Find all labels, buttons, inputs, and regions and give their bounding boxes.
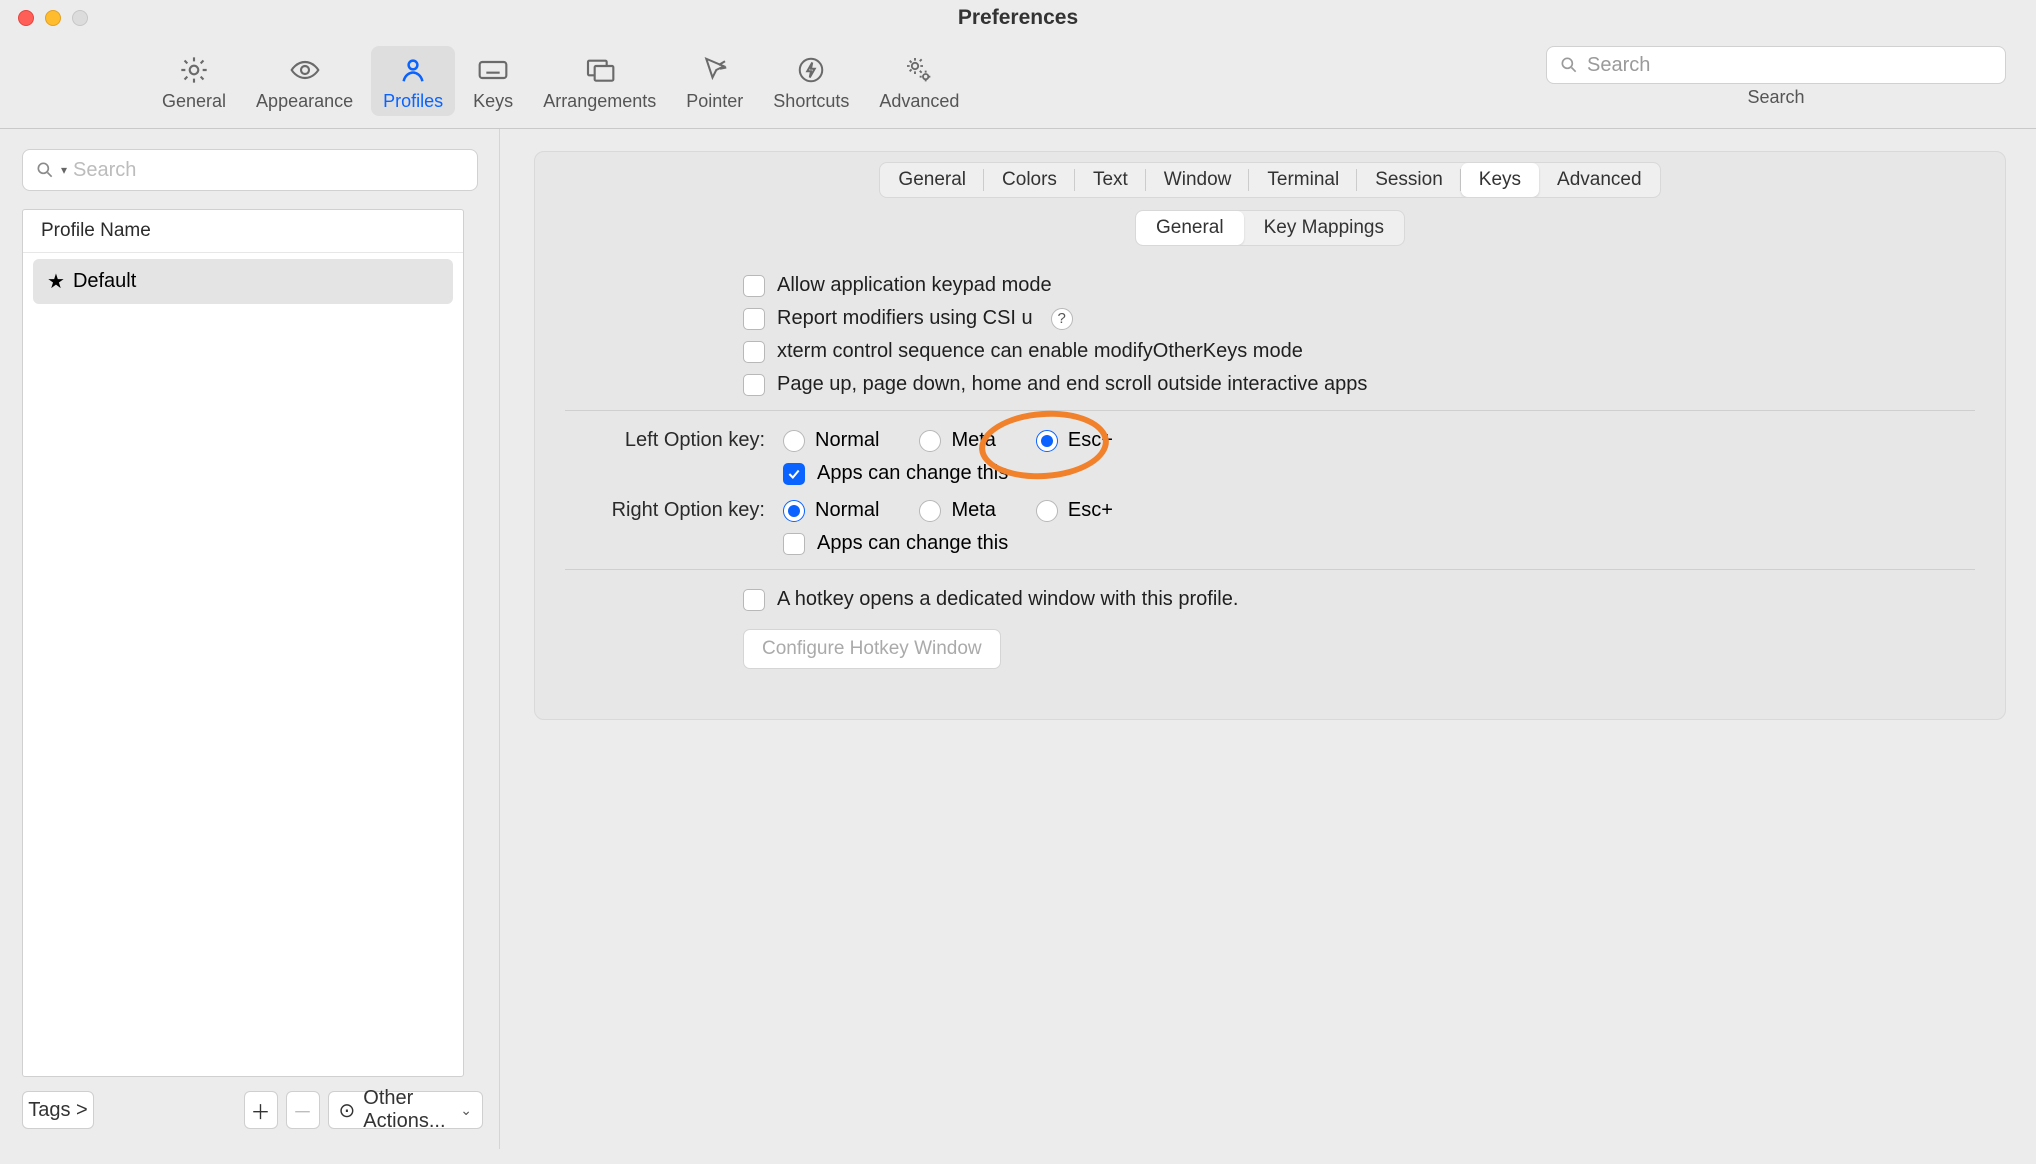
profile-row-default[interactable]: ★ Default [33,259,453,304]
tab-keys[interactable]: Keys [1461,163,1539,197]
tab-colors[interactable]: Colors [984,163,1075,197]
toolbar-label: Advanced [879,91,959,112]
allow-keypad-checkbox[interactable] [743,275,765,297]
gear-icon [178,52,210,88]
toolbar-search-label: Search [1747,87,1804,108]
profile-list: Profile Name ★ Default [22,209,464,1077]
tab-general[interactable]: General [150,46,238,116]
zoom-window-button [72,10,88,26]
chevron-down-icon: ⌄ [460,1102,472,1119]
radio-label: Meta [951,499,995,522]
toolbar-label: Arrangements [543,91,656,112]
tab-keys[interactable]: Keys [461,46,525,116]
right-option-meta[interactable]: Meta [919,499,995,522]
radio-label: Normal [815,429,879,452]
help-button[interactable]: ? [1051,308,1073,330]
left-option-meta[interactable]: Meta [919,429,995,452]
tab-arrangements[interactable]: Arrangements [531,46,668,116]
divider [565,410,1975,411]
subtab-key-mappings[interactable]: Key Mappings [1244,211,1404,245]
tab-advanced[interactable]: Advanced [1539,163,1660,197]
add-profile-button[interactable]: ＋ [244,1091,278,1129]
report-csi-label: Report modifiers using CSI u [777,307,1033,330]
tab-general[interactable]: General [880,163,984,197]
tab-terminal[interactable]: Terminal [1249,163,1357,197]
preferences-toolbar: General Appearance Profiles Keys Arrange… [0,36,2036,129]
left-apps-change-checkbox[interactable] [783,463,805,485]
toolbar-search[interactable] [1546,46,2006,84]
divider [565,569,1975,570]
bolt-circle-icon [796,52,826,88]
report-csi-checkbox[interactable] [743,308,765,330]
cursor-icon [700,52,730,88]
ellipsis-circle-icon: ⊙ [339,1098,356,1123]
left-option-escplus[interactable]: Esc+ [1036,429,1113,452]
right-option-normal[interactable]: Normal [783,499,879,522]
person-icon [398,52,428,88]
hotkey-label: A hotkey opens a dedicated window with t… [777,588,1238,611]
toolbar-label: Appearance [256,91,353,112]
radio-label: Meta [951,429,995,452]
tab-session[interactable]: Session [1357,163,1461,197]
search-icon [1559,55,1579,75]
configure-hotkey-button: Configure Hotkey Window [743,629,1001,669]
toolbar-label: Keys [473,91,513,112]
xterm-modify-label: xterm control sequence can enable modify… [777,340,1303,363]
toolbar-label: General [162,91,226,112]
left-option-label: Left Option key: [565,429,771,452]
radio-label: Normal [815,499,879,522]
radio-label: Esc+ [1068,429,1113,452]
xterm-modify-checkbox[interactable] [743,341,765,363]
tab-text[interactable]: Text [1075,163,1146,197]
other-actions-menu[interactable]: ⊙ Other Actions... ⌄ [328,1091,484,1129]
window-title: Preferences [0,0,2036,36]
profile-section-tabs: General Colors Text Window Terminal Sess… [879,162,1660,198]
sidebar: ▾ Profile Name ★ Default Tags > ＋ － ⊙ Ot… [0,129,500,1149]
sidebar-search[interactable]: ▾ [22,149,478,191]
page-scroll-checkbox[interactable] [743,374,765,396]
star-icon: ★ [47,269,65,294]
settings-panel: General Colors Text Window Terminal Sess… [534,151,2006,720]
windows-icon [582,52,618,88]
minimize-window-button[interactable] [45,10,61,26]
tab-window[interactable]: Window [1146,163,1250,197]
toolbar-label: Profiles [383,91,443,112]
subtab-general[interactable]: General [1136,211,1244,245]
right-apps-change-checkbox[interactable] [783,533,805,555]
keys-subtabs: General Key Mappings [1135,210,1405,246]
sidebar-search-input[interactable] [73,159,465,182]
eye-icon [287,52,323,88]
allow-keypad-label: Allow application keypad mode [777,274,1052,297]
toolbar-search-input[interactable] [1587,54,1993,77]
search-icon [35,160,55,180]
toolbar-label: Pointer [686,91,743,112]
right-apps-change-label: Apps can change this [817,532,1008,555]
gears-icon [901,52,937,88]
toolbar-label: Shortcuts [773,91,849,112]
tags-button[interactable]: Tags > [22,1091,94,1129]
tab-pointer[interactable]: Pointer [674,46,755,116]
profile-list-header[interactable]: Profile Name [23,210,463,253]
left-apps-change-label: Apps can change this [817,462,1008,485]
page-scroll-label: Page up, page down, home and end scroll … [777,373,1367,396]
remove-profile-button: － [286,1091,320,1129]
right-option-label: Right Option key: [565,499,771,522]
right-option-escplus[interactable]: Esc+ [1036,499,1113,522]
tab-appearance[interactable]: Appearance [244,46,365,116]
radio-label: Esc+ [1068,499,1113,522]
other-actions-label: Other Actions... [363,1087,452,1133]
close-window-button[interactable] [18,10,34,26]
keyboard-icon [475,52,511,88]
chevron-down-icon[interactable]: ▾ [61,163,67,177]
tab-shortcuts[interactable]: Shortcuts [761,46,861,116]
left-option-normal[interactable]: Normal [783,429,879,452]
tab-advanced[interactable]: Advanced [867,46,971,116]
hotkey-checkbox[interactable] [743,589,765,611]
profile-name: Default [73,270,136,293]
tab-profiles[interactable]: Profiles [371,46,455,116]
